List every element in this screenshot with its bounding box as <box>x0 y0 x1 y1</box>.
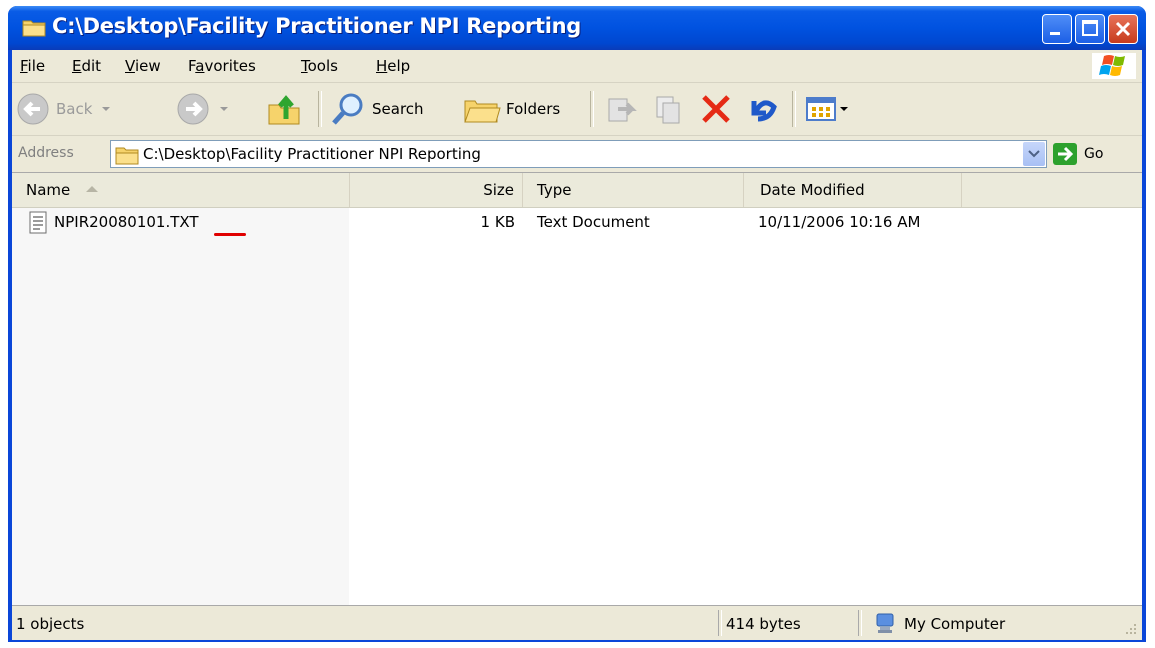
search-label: Search <box>372 100 424 118</box>
column-size-label: Size <box>483 181 514 199</box>
file-name[interactable]: NPIR20080101.TXT <box>54 213 199 231</box>
extension-underline-mark <box>214 233 246 236</box>
go-arrow-icon <box>1053 143 1077 165</box>
my-computer-icon <box>876 613 894 633</box>
up-folder-button[interactable] <box>266 89 302 129</box>
back-dropdown-icon <box>102 107 111 111</box>
menu-help-rest: elp <box>387 57 411 75</box>
standard-toolbar: Back Search Folders <box>12 83 1142 136</box>
search-icon <box>332 93 363 125</box>
go-label: Go <box>1084 146 1104 162</box>
window-body: File Edit View Favorites Tools Help Back <box>12 50 1142 640</box>
views-dropdown-icon <box>840 107 848 111</box>
column-type[interactable]: Type <box>523 173 744 207</box>
folder-icon <box>115 147 139 165</box>
folders-icon <box>464 100 501 123</box>
menu-file[interactable]: File <box>20 57 45 75</box>
status-size: 414 bytes <box>726 615 801 633</box>
status-zone: My Computer <box>904 615 1006 633</box>
menu-help[interactable]: Help <box>376 57 410 75</box>
address-label: Address <box>18 145 74 161</box>
undo-icon <box>751 100 777 122</box>
back-arrow-icon <box>17 93 49 125</box>
name-column-shading <box>12 208 349 605</box>
move-to-icon <box>608 98 637 122</box>
back-label: Back <box>56 100 93 118</box>
forward-button[interactable] <box>176 89 232 129</box>
menu-favorites[interactable]: Favorites <box>188 57 256 75</box>
menu-view[interactable]: View <box>125 57 161 75</box>
back-button[interactable]: Back <box>16 89 114 129</box>
minimize-button[interactable] <box>1042 14 1072 44</box>
toolbar-separator <box>792 91 796 127</box>
toolbar-separator <box>590 91 594 127</box>
delete-x-icon <box>702 95 730 123</box>
address-field[interactable]: C:\Desktop\Facility Practitioner NPI Rep… <box>110 140 1047 168</box>
menu-tools[interactable]: Tools <box>301 57 338 75</box>
address-dropdown-button[interactable] <box>1023 142 1045 166</box>
close-button[interactable] <box>1108 14 1138 44</box>
folders-button[interactable]: Folders <box>462 89 560 129</box>
menu-view-key: V <box>125 57 135 75</box>
up-folder-icon <box>268 95 300 125</box>
menu-edit-rest: dit <box>81 57 102 75</box>
toolbar-separator <box>318 91 322 127</box>
status-object-count: 1 objects <box>16 615 85 633</box>
table-row[interactable]: NPIR20080101.TXT 1 KB Text Document 10/1… <box>12 208 1142 236</box>
file-list-view[interactable]: Name Size Type Date Modified NPIR2008010… <box>12 172 1142 605</box>
file-extension: TXT <box>170 213 199 231</box>
status-bar: 1 objects 414 bytes My Computer <box>12 605 1142 640</box>
folders-label: Folders <box>506 100 561 118</box>
column-header: Name Size Type Date Modified <box>12 173 1142 208</box>
status-separator <box>718 610 722 636</box>
file-type: Text Document <box>537 213 650 231</box>
sort-ascending-icon <box>86 186 99 192</box>
maximize-icon <box>1082 20 1098 36</box>
undo-button[interactable] <box>744 89 780 129</box>
resize-grip-icon[interactable] <box>1124 622 1138 636</box>
column-name[interactable]: Name <box>12 173 350 207</box>
column-modified-label: Date Modified <box>760 181 865 199</box>
go-button[interactable]: Go <box>1052 142 1103 166</box>
column-size[interactable]: Size <box>350 173 523 207</box>
menu-edit[interactable]: Edit <box>72 57 101 75</box>
menu-tools-rest: ools <box>307 57 338 75</box>
forward-dropdown-icon <box>220 107 228 111</box>
menu-favorites-rest: vorites <box>204 57 256 75</box>
window-title: C:\Desktop\Facility Practitioner NPI Rep… <box>52 14 582 38</box>
menu-view-rest: iew <box>134 57 161 75</box>
windows-logo-icon <box>1092 53 1136 79</box>
file-size: 1 KB <box>480 213 515 231</box>
status-separator <box>858 610 862 636</box>
copy-to-button[interactable] <box>650 89 686 129</box>
search-button[interactable]: Search <box>330 89 424 129</box>
column-date-modified[interactable]: Date Modified <box>744 173 962 207</box>
column-name-label: Name <box>26 181 71 199</box>
maximize-button[interactable] <box>1075 14 1105 44</box>
column-type-label: Type <box>537 181 572 199</box>
menu-file-key: F <box>20 57 28 75</box>
explorer-window: C:\Desktop\Facility Practitioner NPI Rep… <box>8 6 1146 642</box>
views-button[interactable] <box>804 89 850 129</box>
move-to-button[interactable] <box>604 89 640 129</box>
title-bar[interactable]: C:\Desktop\Facility Practitioner NPI Rep… <box>8 6 1146 50</box>
forward-arrow-icon <box>177 93 209 125</box>
copy-to-icon <box>656 96 680 124</box>
folder-icon <box>22 20 46 37</box>
file-name-base: NPIR20080101. <box>54 213 171 231</box>
address-bar: Address C:\Desktop\Facility Practitioner… <box>12 136 1142 172</box>
close-icon <box>1115 21 1131 37</box>
menu-tools-key: T <box>301 57 308 75</box>
menu-help-key: H <box>376 57 388 75</box>
text-document-icon <box>29 211 47 234</box>
chevron-down-icon <box>1028 150 1040 158</box>
delete-button[interactable] <box>698 89 734 129</box>
address-path: C:\Desktop\Facility Practitioner NPI Rep… <box>143 145 481 163</box>
menu-bar: File Edit View Favorites Tools Help <box>12 50 1142 83</box>
menu-file-rest: ile <box>27 57 46 75</box>
minimize-icon <box>1050 32 1060 35</box>
file-date-modified: 10/11/2006 10:16 AM <box>758 213 921 231</box>
views-icon <box>806 97 836 121</box>
